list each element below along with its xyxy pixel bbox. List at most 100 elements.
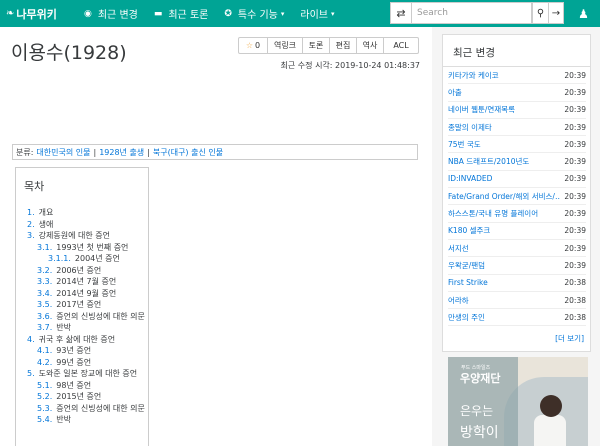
recent-change-time: 20:39 xyxy=(564,139,586,149)
toc-title: 목차 xyxy=(24,180,45,193)
toc-item-number[interactable]: 3.5. xyxy=(37,300,52,309)
nav-recent-changes[interactable]: ◉ 최근 변경 xyxy=(76,0,146,27)
toc-item-number[interactable]: 5.4. xyxy=(37,415,52,424)
toc-item-number[interactable]: 3.2. xyxy=(37,266,52,275)
user-menu-button[interactable]: ♟ xyxy=(567,0,600,27)
search-button[interactable]: ⚲ xyxy=(532,2,549,24)
toc-item[interactable]: 3.5. 2017년 증언 xyxy=(24,299,148,311)
recent-change-link[interactable]: ID:INVADED xyxy=(448,174,492,183)
category-box: 분류: 대한민국의 인물 | 1928년 출생 | 북구(대구) 출신 인물 xyxy=(12,144,418,160)
table-of-contents: 목차 1. 개요 2. 생애 3. 강제동원에 대한 증언 3.1. 1993년 첫 번째 증… xyxy=(15,167,149,446)
acl-button[interactable]: ACL xyxy=(384,37,419,54)
toc-item-label: 2015년 증언 xyxy=(56,392,102,401)
toc-item[interactable]: 3.4. 2014년 9월 증언 xyxy=(24,288,148,300)
search-input[interactable]: Search xyxy=(412,2,532,24)
toc-item[interactable]: 4.1. 93년 증언 xyxy=(24,345,148,357)
toc-item[interactable]: 3.2. 2006년 증언 xyxy=(24,265,148,277)
toc-item[interactable]: 3.6. 증언의 신빙성에 대한 의문 xyxy=(24,311,148,323)
toc-item-number[interactable]: 2. xyxy=(27,220,35,229)
category-link[interactable]: 1928년 출생 xyxy=(99,147,144,158)
star-count: 0 xyxy=(255,41,261,50)
recent-change-time: 20:39 xyxy=(564,209,586,219)
nav-recent-changes-label: 최근 변경 xyxy=(97,10,138,21)
recent-change-item: 만생의 주인 20:38 xyxy=(448,309,586,327)
toc-item-label: 증언의 신빙성에 대한 의문 xyxy=(56,403,145,413)
toc-item[interactable]: 3. 강제동원에 대한 증언 xyxy=(24,230,148,242)
toc-item-number[interactable]: 5. xyxy=(27,369,35,378)
toc-item-number[interactable]: 1. xyxy=(27,208,35,217)
history-button[interactable]: 역사 xyxy=(357,37,384,54)
chevron-down-icon: ▾ xyxy=(331,9,335,18)
site-logo[interactable]: ❧ 나무위키 xyxy=(0,0,76,27)
search-placeholder: Search xyxy=(417,8,448,18)
toc-item-label: 생애 xyxy=(38,219,54,229)
toc-item-number[interactable]: 5.3. xyxy=(37,404,52,413)
toc-item-number[interactable]: 3.1. xyxy=(37,243,52,252)
toc-item[interactable]: 5.3. 증언의 신빙성에 대한 의문 xyxy=(24,403,148,415)
recent-change-link[interactable]: 75번 국도 xyxy=(448,139,481,150)
category-link[interactable]: 북구(대구) 출신 인물 xyxy=(153,147,223,158)
recent-change-time: 20:38 xyxy=(564,295,586,305)
toc-item-label: 귀국 후 삶에 대한 증언 xyxy=(38,334,116,344)
advertisement-banner[interactable]: 푸드 스마일즈 우양재단 은우는 방학이 xyxy=(448,357,588,446)
toc-item[interactable]: 4.2. 99년 증언 xyxy=(24,357,148,369)
backlinks-button[interactable]: 역링크 xyxy=(268,37,303,54)
recent-change-link[interactable]: 만생의 주인 xyxy=(448,312,485,323)
toc-item-number[interactable]: 3. xyxy=(27,231,35,240)
toc-item[interactable]: 5.1. 98년 증언 xyxy=(24,380,148,392)
toc-item[interactable]: 3.7. 반박 xyxy=(24,322,148,334)
toc-item-number[interactable]: 4. xyxy=(27,335,35,344)
category-link[interactable]: 대한민국의 인물 xyxy=(36,147,90,158)
recent-change-link[interactable]: 키타가와 케이코 xyxy=(448,70,499,81)
toc-item-label: 반박 xyxy=(56,323,71,332)
article-panel: 이용수(1928) ☆ 0 역링크 토론 편집 역사 ACL 최근 수정 시각:… xyxy=(0,27,432,446)
star-button[interactable]: ☆ 0 xyxy=(238,37,268,54)
edit-button[interactable]: 편집 xyxy=(330,37,357,54)
comment-icon: ▬ xyxy=(153,8,163,19)
toc-item-number[interactable]: 3.6. xyxy=(37,312,52,321)
recent-change-link[interactable]: 어라하 xyxy=(448,295,469,306)
toc-item[interactable]: 3.3. 2014년 7월 증언 xyxy=(24,276,148,288)
recent-change-link[interactable]: 네이버 웹툰/연재목록 xyxy=(448,104,515,115)
recent-change-link[interactable]: Fate/Grand Order/해외 서비스/… xyxy=(448,191,560,202)
document-tools: ☆ 0 역링크 토론 편집 역사 ACL xyxy=(238,37,419,54)
toc-item[interactable]: 5.2. 2015년 증언 xyxy=(24,391,148,403)
recent-change-link[interactable]: 종말의 이제타 xyxy=(448,122,492,133)
recent-change-link[interactable]: K180 셀주크 xyxy=(448,225,490,236)
toc-item[interactable]: 3.1. 1993년 첫 번째 증언 xyxy=(24,242,148,254)
toc-item-number[interactable]: 3.7. xyxy=(37,323,52,332)
recent-change-link[interactable]: 우왁굳/팬덤 xyxy=(448,260,485,271)
toc-item-number[interactable]: 5.2. xyxy=(37,392,52,401)
toc-item[interactable]: 1. 개요 xyxy=(24,207,148,219)
recent-change-link[interactable]: 서지선 xyxy=(448,243,469,254)
toc-item-number[interactable]: 5.1. xyxy=(37,381,52,390)
toc-item-number[interactable]: 3.4. xyxy=(37,289,52,298)
toc-item-number[interactable]: 3.1.1. xyxy=(48,254,71,263)
recent-change-link[interactable]: NBA 드래프트/2010년도 xyxy=(448,156,529,167)
random-document-button[interactable]: ⇄ xyxy=(390,2,412,24)
go-button[interactable]: → xyxy=(549,2,564,24)
recent-change-link[interactable]: 하스스톤/국내 유명 플레이어 xyxy=(448,208,538,219)
recent-change-item: First Strike 20:38 xyxy=(448,275,586,292)
toc-item-number[interactable]: 4.1. xyxy=(37,346,52,355)
toc-item-label: 98년 증언 xyxy=(56,380,92,390)
toc-item[interactable]: 2. 생애 xyxy=(24,219,148,231)
toc-item[interactable]: 3.1.1. 2004년 증언 xyxy=(24,253,148,265)
toc-item-label: 개요 xyxy=(38,208,54,217)
discuss-button[interactable]: 토론 xyxy=(303,37,330,54)
toc-item-number[interactable]: 3.3. xyxy=(37,277,52,286)
search-icon: ⚲ xyxy=(536,7,545,19)
nav-special-functions[interactable]: ✪ 특수 기능 ▾ xyxy=(216,0,292,27)
category-separator: | xyxy=(93,147,97,157)
nav-live[interactable]: 라이브 ▾ xyxy=(292,0,342,27)
toc-item[interactable]: 5.4. 반박 xyxy=(24,414,148,426)
cog-icon: ✪ xyxy=(224,8,232,19)
toc-item[interactable]: 5. 도와준 일본 장교에 대한 증언 xyxy=(24,368,148,380)
more-link[interactable]: [더 보기] xyxy=(443,326,590,344)
recent-change-link[interactable]: First Strike xyxy=(448,278,488,287)
category-separator: | xyxy=(147,147,150,157)
nav-recent-discussions[interactable]: ▬ 최근 토론 xyxy=(146,0,217,27)
toc-item-number[interactable]: 4.2. xyxy=(37,358,52,367)
toc-item[interactable]: 4. 귀국 후 삶에 대한 증언 xyxy=(24,334,148,346)
recent-change-link[interactable]: 아출 xyxy=(448,87,462,98)
